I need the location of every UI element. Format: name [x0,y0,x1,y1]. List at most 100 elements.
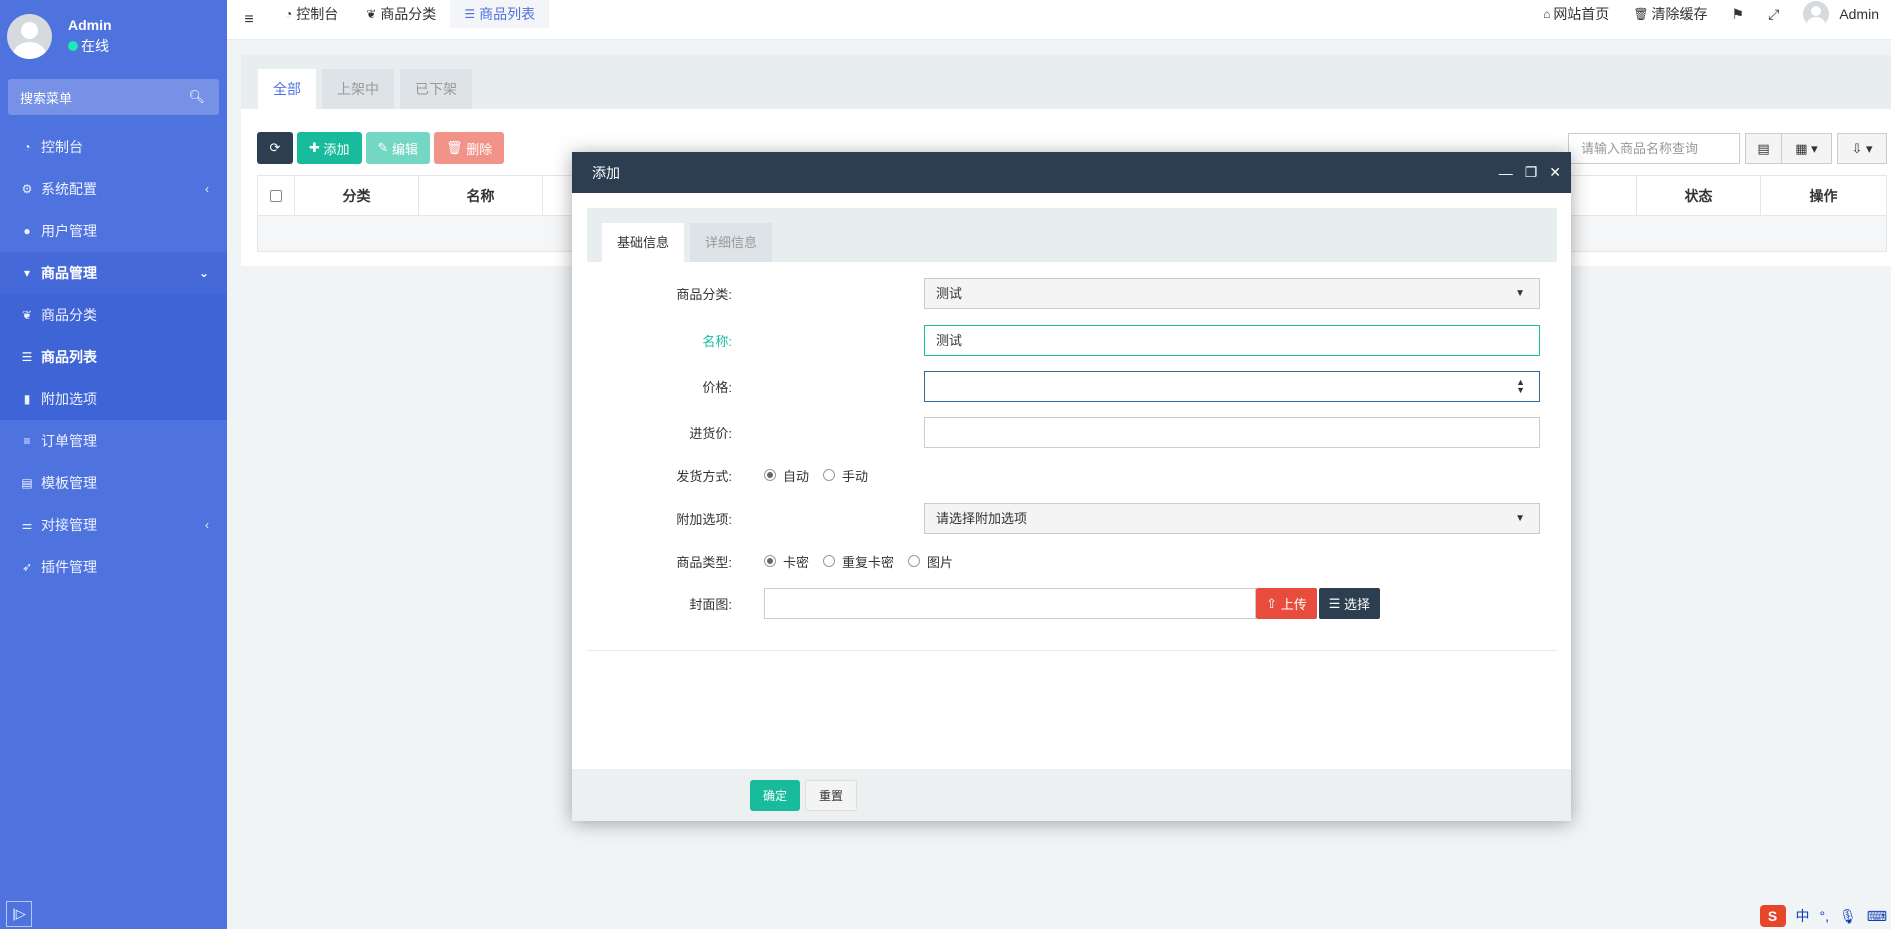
columns-button[interactable]: ▦ ▾ [1782,133,1832,164]
type-repeat-card-label[interactable]: 重复卡密 [842,552,894,571]
tab-dashboard[interactable]: ◔ 控制台 [271,0,352,28]
confirm-button[interactable]: 确定 [750,779,801,811]
sidebar-item-label: 用户管理 [41,223,97,239]
goods-search-input[interactable]: 请输入商品名称查询 [1568,133,1740,164]
fullscreen-button[interactable]: ⤢ [1756,6,1791,23]
toolbar: ⟳ ✚ 添加 ✎ 编辑 🗑︎ 删除 [257,132,505,164]
col-category[interactable]: 分类 [295,176,419,215]
tab-goods-list[interactable]: ☰ 商品列表 [450,0,550,28]
sidebar-collapse-button[interactable]: |▷ [6,901,32,927]
sidebar-item-users[interactable]: ● 用户管理 [0,210,227,252]
delivery-auto-label[interactable]: 自动 [783,466,809,485]
cost-input[interactable] [924,417,1540,448]
delivery-auto-radio[interactable] [764,469,776,481]
category-select[interactable]: 测试 ▼ [924,278,1540,309]
user-menu[interactable]: Admin [1791,1,1891,27]
ime-logo[interactable]: S [1759,905,1786,927]
chevron-left-icon: ‹ [205,182,209,196]
sidebar-item-goods-list[interactable]: ☰ 商品列表 [0,336,227,378]
tab-detail-info[interactable]: 详细信息 [690,223,773,262]
microphone-icon[interactable]: 🎙︎ [1839,908,1857,925]
tab-off-sale[interactable]: 已下架 [400,69,472,109]
sidebar-item-label: 系统配置 [41,181,97,197]
site-home-link[interactable]: ⌂ 网站首页 [1531,4,1621,24]
search-icon[interactable]: 🔍︎ [188,89,205,105]
fullscreen-icon: ⤢ [1768,5,1780,22]
minimize-icon[interactable]: — [1499,165,1513,181]
sidebar-item-system-config[interactable]: ⚙ 系统配置 ‹ [0,168,227,210]
refresh-button[interactable]: ⟳ [257,132,293,164]
download-icon: ⇩ ▾ [1851,140,1873,156]
tab-label: 商品分类 [380,6,437,22]
avatar [1803,1,1830,27]
clear-cache-button[interactable]: 🗑︎ 清除缓存 [1621,4,1719,24]
tab-basic-info[interactable]: 基础信息 [602,223,685,262]
cover-input[interactable] [764,588,1257,619]
sliders-icon: ⚌ [21,518,33,532]
site-home-label: 网站首页 [1553,6,1610,22]
price-input[interactable]: ▲ ▼ [924,371,1540,402]
edit-button[interactable]: ✎ 编辑 [365,132,431,164]
type-card-label[interactable]: 卡密 [783,552,809,571]
export-button[interactable]: ⇩ ▾ [1837,133,1887,164]
name-input[interactable]: 测试 [924,325,1540,356]
type-repeat-card-radio[interactable] [823,555,836,567]
top-right-nav: ⌂ 网站首页 🗑︎ 清除缓存 ⚑ ⤢ Admin [1531,0,1891,28]
addon-select[interactable]: 请选择附加选项 ▼ [924,503,1540,534]
col-status[interactable]: 状态 [1636,176,1761,215]
sidebar-item-orders[interactable]: ≡ 订单管理 [0,420,227,462]
list-icon: ☰ [1328,595,1344,611]
sidebar-item-templates[interactable]: ▤ 模板管理 [0,462,227,504]
ime-lang[interactable]: 中 [1796,906,1810,926]
sidebar-item-dashboard[interactable]: ◔ 控制台 [0,126,227,168]
upload-icon: ⇧ [1266,595,1281,611]
ime-punct[interactable]: °, [1820,908,1830,924]
hamburger-icon[interactable]: ≡ [227,11,271,29]
stepper-icon[interactable]: ▲ ▼ [1516,378,1525,395]
language-button[interactable]: ⚑ [1720,6,1757,23]
col-actions: 操作 [1809,187,1838,204]
form-row-cover: 封面图: ⇧ 上传 ☰ 选择 [572,588,1571,619]
select-all-cell [258,176,295,215]
sidebar-item-label: 对接管理 [41,517,97,533]
upload-button[interactable]: ⇧ 上传 [1256,588,1317,619]
sidebar-item-docking[interactable]: ⚌ 对接管理 ‹ [0,504,227,546]
price-label: 价格: [702,380,732,395]
tab-on-sale[interactable]: 上架中 [322,69,394,109]
sidebar-item-label: 商品分类 [41,307,97,323]
add-button[interactable]: ✚ 添加 [297,132,362,164]
type-image-radio[interactable] [908,555,921,567]
tab-goods-category[interactable]: ❦ 商品分类 [352,0,450,28]
addon-value: 请选择附加选项 [936,511,1028,526]
form-row-cost: 进货价: [572,417,1571,448]
leaf-icon: ❦ [366,7,377,21]
maximize-icon[interactable]: ❐ [1525,164,1538,181]
form-row-category: 商品分类: 测试 ▼ [572,278,1571,309]
form-row-type: 商品类型: 卡密 重复卡密 图片 [572,551,1571,571]
delete-button[interactable]: 🗑︎ 删除 [434,132,505,164]
caret-down-icon: ▼ [1515,513,1525,524]
delivery-manual-label[interactable]: 手动 [842,466,868,485]
col-name[interactable]: 名称 [419,176,543,215]
edit-label: 编辑 [392,141,419,157]
toggle-view-button[interactable]: ▤ [1745,133,1782,164]
delivery-manual-radio[interactable] [823,469,836,481]
select-all-checkbox[interactable] [270,189,282,202]
sidebar-item-goods[interactable]: ▾ 商品管理 ⌄ [0,252,227,294]
reset-button[interactable]: 重置 [805,779,858,811]
sidebar-item-goods-category[interactable]: ❦ 商品分类 [0,294,227,336]
sidebar-item-plugins[interactable]: ➶ 插件管理 [0,546,227,588]
keyboard-icon[interactable]: ⌨ [1867,908,1887,925]
close-icon[interactable]: ✕ [1549,164,1561,181]
choose-button[interactable]: ☰ 选择 [1318,588,1380,619]
menu-search-input[interactable]: 搜索菜单 🔍︎ [8,79,219,115]
sidebar-item-addon[interactable]: ▮ 附加选项 [0,378,227,420]
flag-icon: ⚑ [1731,5,1745,22]
dashboard-icon: ◔ [285,7,293,21]
tab-all[interactable]: 全部 [258,69,316,109]
sidebar-item-label: 插件管理 [41,559,97,575]
topbar: ≡ ◔ 控制台 ❦ 商品分类 ☰ 商品列表 ⌂ 网站首页 🗑︎ 清除缓存 ⚑ ⤢ Admi… [227,0,1891,40]
type-image-label[interactable]: 图片 [927,552,953,571]
type-card-radio[interactable] [764,555,776,567]
sidebar-item-label: 附加选项 [41,391,97,407]
